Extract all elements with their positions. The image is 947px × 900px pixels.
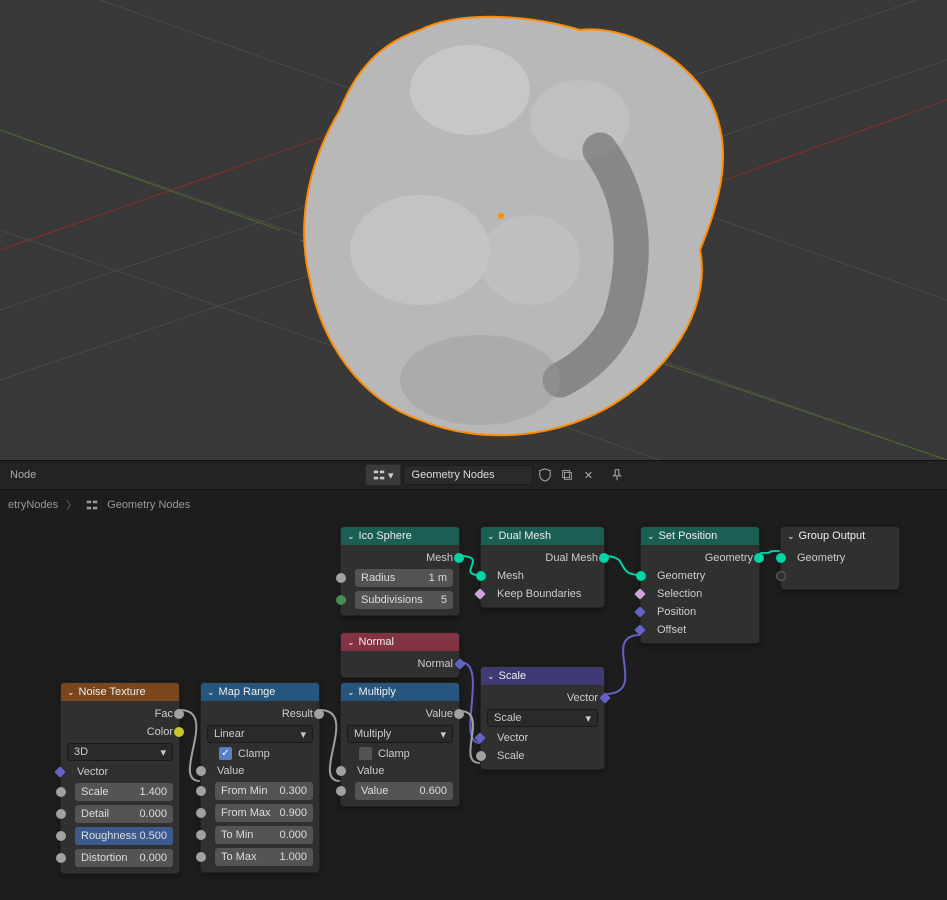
node-group-output[interactable]: ⌄Group Output Geometry — [780, 526, 900, 590]
node-set-position[interactable]: ⌄Set Position Geometry Geometry Selectio… — [640, 526, 760, 644]
header-label: Node — [10, 469, 36, 481]
socket-in-vector: Vector — [481, 729, 604, 747]
copies-icon[interactable] — [557, 465, 577, 485]
breadcrumb-level2[interactable]: Geometry Nodes — [107, 499, 190, 511]
field-radius[interactable]: Radius1 m — [341, 567, 459, 589]
origin-dot — [498, 213, 504, 219]
node-header[interactable]: ⌄Noise Texture — [61, 683, 179, 701]
node-tree-type-icon[interactable]: ▾ — [365, 464, 401, 486]
select-mode[interactable]: Linear▾ — [201, 723, 319, 745]
socket-in-value: Value — [201, 762, 319, 780]
node-header[interactable]: ⌄Multiply — [341, 683, 459, 701]
socket-in-selection: Selection — [641, 585, 759, 603]
socket-out-fac: Fac — [61, 705, 179, 723]
shield-icon[interactable] — [535, 465, 555, 485]
field-from-min[interactable]: From Min0.300 — [201, 780, 319, 802]
socket-out-color: Color — [61, 723, 179, 741]
node-multiply[interactable]: ⌄Multiply Value Multiply▾ Clamp Value Va… — [340, 682, 460, 807]
socket-in-scale: Scale — [481, 747, 604, 765]
socket-out-geometry: Geometry — [641, 549, 759, 567]
node-noise-texture[interactable]: ⌄Noise Texture Fac Color 3D▾ Vector Scal… — [60, 682, 180, 874]
node-header[interactable]: ⌄Map Range — [201, 683, 319, 701]
node-scale[interactable]: ⌄Scale Vector Scale▾ Vector Scale — [480, 666, 605, 770]
node-tree-name-input[interactable] — [403, 465, 533, 485]
socket-in-mesh: Mesh — [481, 567, 604, 585]
checkbox-clamp[interactable]: Clamp — [341, 745, 459, 762]
node-header[interactable]: ⌄Set Position — [641, 527, 759, 545]
socket-out-result: Result — [201, 705, 319, 723]
socket-in-offset: Offset — [641, 621, 759, 639]
select-mode[interactable]: Scale▾ — [481, 707, 604, 729]
node-map-range[interactable]: ⌄Map Range Result Linear▾ Clamp Value Fr… — [200, 682, 320, 873]
chevron-right-icon: 〉 — [66, 497, 77, 513]
checkbox-clamp[interactable]: Clamp — [201, 745, 319, 762]
node-editor-canvas[interactable]: ⌄Ico Sphere Mesh Radius1 m Subdivisions5… — [0, 520, 947, 897]
socket-in-position: Position — [641, 603, 759, 621]
socket-in-value: Value — [341, 762, 459, 780]
viewport-3d[interactable] — [0, 0, 947, 460]
breadcrumb: etryNodes 〉 Geometry Nodes — [0, 490, 947, 520]
socket-in-geometry: Geometry — [641, 567, 759, 585]
field-from-max[interactable]: From Max0.900 — [201, 802, 319, 824]
node-header[interactable]: ⌄Group Output — [781, 527, 899, 545]
field-value[interactable]: Value0.600 — [341, 780, 459, 802]
close-icon[interactable]: ✕ — [579, 465, 599, 485]
breadcrumb-level1[interactable]: etryNodes — [8, 499, 58, 511]
node-header[interactable]: ⌄Normal — [341, 633, 459, 651]
field-scale[interactable]: Scale1.400 — [61, 781, 179, 803]
node-header[interactable]: ⌄Dual Mesh — [481, 527, 604, 545]
field-subdivisions[interactable]: Subdivisions5 — [341, 589, 459, 611]
socket-out-value: Value — [341, 705, 459, 723]
field-to-min[interactable]: To Min0.000 — [201, 824, 319, 846]
pin-icon[interactable] — [607, 465, 627, 485]
socket-in-geometry: Geometry — [781, 549, 899, 567]
node-dual-mesh[interactable]: ⌄Dual Mesh Dual Mesh Mesh Keep Boundarie… — [480, 526, 605, 608]
socket-in-keep-boundaries: Keep Boundaries — [481, 585, 604, 603]
field-distortion[interactable]: Distortion0.000 — [61, 847, 179, 869]
field-roughness[interactable]: Roughness0.500 — [61, 825, 179, 847]
socket-in-empty — [781, 567, 899, 585]
node-tree-icon — [85, 498, 99, 512]
field-detail[interactable]: Detail0.000 — [61, 803, 179, 825]
socket-out-vector: Vector — [481, 689, 604, 707]
socket-in-vector: Vector — [61, 763, 179, 781]
mesh-object[interactable] — [304, 17, 723, 435]
socket-out-mesh: Mesh — [341, 549, 459, 567]
node-header[interactable]: ⌄Scale — [481, 667, 604, 685]
socket-out-normal: Normal — [341, 655, 459, 673]
select-dimensions[interactable]: 3D▾ — [61, 741, 179, 763]
field-to-max[interactable]: To Max1.000 — [201, 846, 319, 868]
node-header[interactable]: ⌄Ico Sphere — [341, 527, 459, 545]
node-normal[interactable]: ⌄Normal Normal — [340, 632, 460, 678]
node-editor-header: Node ▾ ✕ — [0, 460, 947, 490]
select-mode[interactable]: Multiply▾ — [341, 723, 459, 745]
socket-out-dual-mesh: Dual Mesh — [481, 549, 604, 567]
node-ico-sphere[interactable]: ⌄Ico Sphere Mesh Radius1 m Subdivisions5 — [340, 526, 460, 616]
